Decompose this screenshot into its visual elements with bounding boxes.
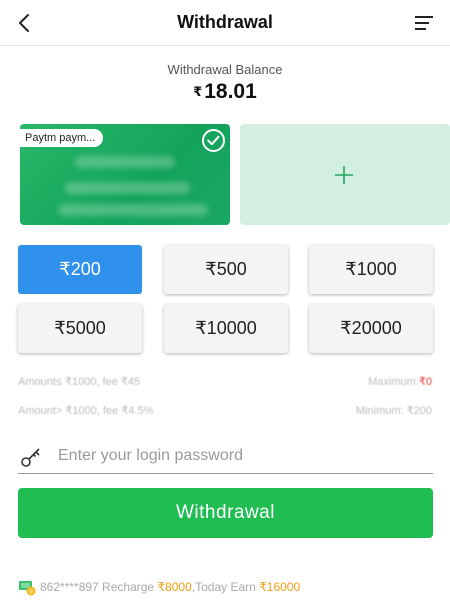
ticker-text: 862****897 Recharge ₹8000,Today Earn ₹16…: [40, 577, 300, 597]
maximum-value: ₹0: [418, 376, 432, 388]
cash-coin-icon: [19, 581, 36, 596]
card-name-tag: Paytm paym...: [20, 129, 104, 147]
check-circle-icon: [202, 129, 225, 152]
ticker-recharge-amount: ₹8000: [157, 580, 192, 594]
password-input[interactable]: [58, 443, 428, 469]
currency-symbol: ₹: [193, 84, 203, 99]
amount-option-500[interactable]: ₹500: [164, 245, 288, 294]
minimum-limit: Minimum: ₹200: [355, 405, 432, 417]
amount-option-1000[interactable]: ₹1000: [309, 245, 433, 294]
balance-number: 18.01: [204, 80, 257, 103]
key-icon: [21, 448, 40, 467]
ticker-middle: ,Today Earn: [191, 580, 260, 594]
fee-rule-high: Amount> ₹1000, fee ₹4.5%: [18, 405, 154, 417]
blurred-detail: [58, 204, 208, 216]
fee-rule-low: Amount≤ ₹1000, fee ₹45: [18, 376, 141, 388]
amount-option-200[interactable]: ₹200: [18, 245, 142, 294]
withdrawal-button[interactable]: Withdrawal: [18, 488, 433, 538]
blurred-detail: [75, 156, 175, 168]
add-card-button[interactable]: [240, 124, 450, 225]
maximum-limit: Maximum:₹0: [368, 375, 432, 388]
plus-icon: [335, 166, 353, 184]
balance-amount: ₹18.01: [0, 80, 450, 104]
password-row: [18, 440, 433, 474]
ticker-earn-amount: ₹16000: [259, 580, 301, 594]
header-bar: Withdrawal: [0, 0, 450, 46]
ticker-prefix: 862****897 Recharge: [40, 580, 158, 594]
amount-option-10000[interactable]: ₹10000: [164, 304, 288, 353]
maximum-label: Maximum:: [368, 376, 419, 388]
balance-label: Withdrawal Balance: [167, 62, 283, 77]
amount-option-20000[interactable]: ₹20000: [309, 304, 433, 353]
page-title: Withdrawal: [177, 12, 273, 32]
payment-card-selected[interactable]: Paytm paym...: [20, 124, 230, 225]
recharge-ticker: 862****897 Recharge ₹8000,Today Earn ₹16…: [18, 577, 438, 597]
blurred-detail: [65, 182, 190, 194]
menu-lines-icon[interactable]: [414, 14, 434, 32]
amount-option-5000[interactable]: ₹5000: [18, 304, 142, 353]
